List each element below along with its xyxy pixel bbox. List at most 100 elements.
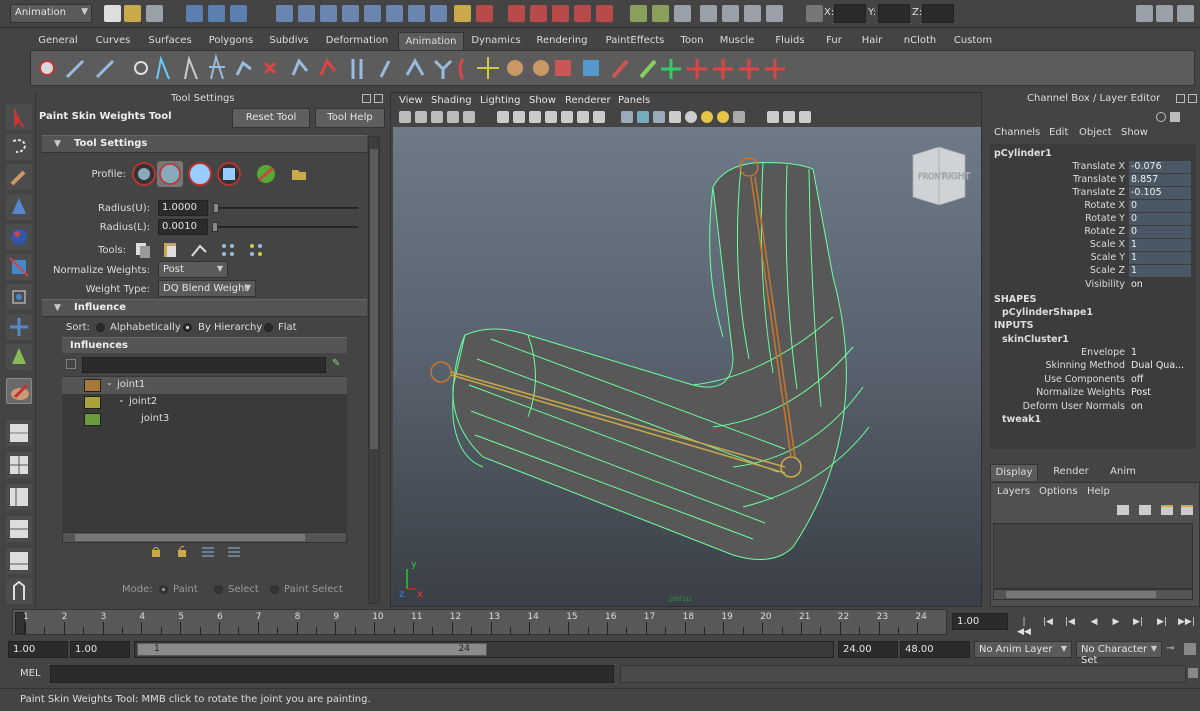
radius-l-input[interactable]: 0.0010 bbox=[158, 219, 208, 235]
vscroll-thumb[interactable] bbox=[370, 149, 378, 449]
mode-paint-radio[interactable] bbox=[159, 585, 168, 594]
channel-row[interactable]: Rotate Z 0 bbox=[990, 226, 1198, 239]
step-forward-key-icon[interactable]: ▶| bbox=[1130, 617, 1146, 631]
float-panel-icon[interactable] bbox=[362, 94, 371, 103]
tab-general[interactable]: General bbox=[30, 32, 86, 50]
tab-painteffects[interactable]: PaintEffects bbox=[596, 32, 674, 50]
save-scene-icon[interactable] bbox=[146, 5, 163, 22]
channel-value[interactable]: on bbox=[1129, 279, 1191, 291]
move-tool-icon[interactable] bbox=[6, 194, 32, 220]
close-panel-icon[interactable] bbox=[374, 94, 383, 103]
input-attr-row[interactable]: Deform User Normals on bbox=[990, 401, 1198, 414]
tab-rendering[interactable]: Rendering bbox=[528, 32, 596, 50]
select-joints-icon[interactable] bbox=[320, 5, 337, 22]
tool-settings-vscrollbar[interactable] bbox=[368, 136, 380, 604]
manipulator-tool-icon[interactable] bbox=[6, 284, 32, 310]
channel-value[interactable]: 0 bbox=[1129, 226, 1191, 238]
scale-tool-icon[interactable] bbox=[6, 254, 32, 280]
tweak-node-name[interactable]: tweak1 bbox=[1002, 414, 1041, 425]
smooth-shade-icon[interactable] bbox=[637, 111, 649, 123]
shadows-icon[interactable] bbox=[717, 111, 729, 123]
reset-tool-button[interactable]: Reset Tool bbox=[232, 108, 310, 128]
render-view-icon[interactable] bbox=[700, 5, 717, 22]
image-plane-icon[interactable] bbox=[447, 111, 459, 123]
tab-render[interactable]: Render bbox=[1046, 464, 1096, 481]
layout-hypershade-icon[interactable] bbox=[6, 548, 32, 574]
rotate-tool-icon[interactable] bbox=[6, 224, 32, 250]
select-deformations-icon[interactable] bbox=[386, 5, 403, 22]
channel-row[interactable]: Scale Y 1 bbox=[990, 252, 1198, 265]
expand-arrow-icon[interactable]: ⌄ bbox=[106, 378, 113, 387]
influence-section-header[interactable]: ▼ Influence bbox=[42, 299, 367, 317]
shape-node-name[interactable]: pCylinderShape1 bbox=[1002, 307, 1093, 318]
field-chart-icon[interactable] bbox=[561, 111, 573, 123]
channel-value[interactable]: 1 bbox=[1129, 265, 1191, 277]
tab-muscle[interactable]: Muscle bbox=[710, 32, 764, 50]
play-forward-icon[interactable]: ▶ bbox=[1108, 617, 1124, 631]
new-scene-icon[interactable] bbox=[104, 5, 121, 22]
move-layer-down-icon[interactable] bbox=[1181, 505, 1193, 515]
radius-u-slider-handle[interactable] bbox=[213, 203, 219, 213]
2d-pan-zoom-icon[interactable] bbox=[463, 111, 475, 123]
select-object-icon[interactable] bbox=[208, 5, 225, 22]
joint1-color-swatch[interactable] bbox=[84, 379, 101, 392]
menu-layers[interactable]: Layers bbox=[997, 486, 1030, 497]
tab-custom[interactable]: Custom bbox=[948, 32, 998, 50]
make-live-icon[interactable] bbox=[596, 5, 613, 22]
tab-fur[interactable]: Fur bbox=[816, 32, 852, 50]
all-lights-icon[interactable] bbox=[701, 111, 713, 123]
time-slider-track[interactable]: 1 2 3 4 5 6 7 8 9 10 11 12 13 14 15 16 17 18 19 20 21 22 23 24 bbox=[12, 609, 947, 635]
tab-ncloth[interactable]: nCloth bbox=[892, 32, 948, 50]
move-layer-up-icon[interactable] bbox=[1161, 505, 1173, 515]
close-panel-icon[interactable] bbox=[1188, 94, 1197, 103]
sort-flat-radio[interactable] bbox=[264, 323, 273, 332]
layer-list-hscrollbar[interactable] bbox=[993, 589, 1193, 600]
tab-toon[interactable]: Toon bbox=[674, 32, 710, 50]
sort-alphabetically-radio[interactable] bbox=[96, 323, 105, 332]
lock-selection-icon[interactable] bbox=[454, 5, 471, 22]
hardware-render-icon[interactable] bbox=[799, 111, 811, 123]
channel-value[interactable]: 0 bbox=[1129, 200, 1191, 212]
joint3-color-swatch[interactable] bbox=[84, 413, 101, 426]
safe-title-icon[interactable] bbox=[593, 111, 605, 123]
range-end-input[interactable]: 24.00 bbox=[838, 641, 898, 658]
select-curves-icon[interactable] bbox=[342, 5, 359, 22]
channel-row[interactable]: Translate Y 8.857 bbox=[990, 174, 1198, 187]
step-back-key-icon[interactable]: |◀ bbox=[1062, 617, 1078, 631]
normalize-weights-dropdown[interactable]: Post ▼ bbox=[158, 261, 228, 278]
influence-row-joint2[interactable]: ⌄ joint2 bbox=[62, 394, 347, 411]
go-to-start-icon[interactable]: |◀◀ bbox=[1016, 617, 1032, 637]
tab-curves[interactable]: Curves bbox=[86, 32, 140, 50]
menu-view[interactable]: View bbox=[399, 95, 423, 106]
hscroll-thumb[interactable] bbox=[75, 534, 305, 541]
tab-subdivs[interactable]: Subdivs bbox=[262, 32, 316, 50]
channel-value[interactable]: -0.105 bbox=[1129, 187, 1191, 199]
character-set-dropdown[interactable]: No Character Set ▼ bbox=[1076, 641, 1162, 666]
wireframe-icon[interactable] bbox=[621, 111, 633, 123]
channel-value[interactable]: 8.857 bbox=[1129, 174, 1191, 186]
menu-object[interactable]: Object bbox=[1079, 127, 1112, 138]
attr-value[interactable]: off bbox=[1129, 374, 1191, 386]
select-handles-icon[interactable] bbox=[298, 5, 315, 22]
grid-icon[interactable] bbox=[497, 111, 509, 123]
channel-box-icon[interactable] bbox=[1177, 5, 1194, 22]
tab-anim[interactable]: Anim bbox=[1098, 464, 1148, 481]
tool-settings-section-header[interactable]: ▼ Tool Settings bbox=[42, 135, 367, 153]
radius-u-input[interactable]: 1.0000 bbox=[158, 200, 208, 216]
animation-preferences-icon[interactable] bbox=[1184, 643, 1196, 655]
construction-history-icon[interactable] bbox=[652, 5, 669, 22]
menu-show[interactable]: Show bbox=[529, 95, 556, 106]
xray-icon[interactable] bbox=[767, 111, 779, 123]
menu-renderer[interactable]: Renderer bbox=[565, 95, 611, 106]
transform-input-icon[interactable] bbox=[806, 5, 823, 22]
current-time-input[interactable]: 1.00 bbox=[952, 613, 1008, 630]
camera-attributes-icon[interactable] bbox=[415, 111, 427, 123]
range-start-input[interactable]: 1.00 bbox=[70, 641, 130, 658]
radius-l-slider-handle[interactable] bbox=[212, 222, 218, 232]
float-panel-icon[interactable] bbox=[1176, 94, 1185, 103]
viewport-canvas[interactable]: FRONT RIGHT y z x persp bbox=[393, 127, 981, 606]
lasso-tool-icon[interactable] bbox=[6, 134, 32, 160]
attr-value[interactable]: on bbox=[1129, 401, 1191, 413]
z-input[interactable] bbox=[922, 4, 954, 23]
mask-icon[interactable] bbox=[276, 5, 293, 22]
